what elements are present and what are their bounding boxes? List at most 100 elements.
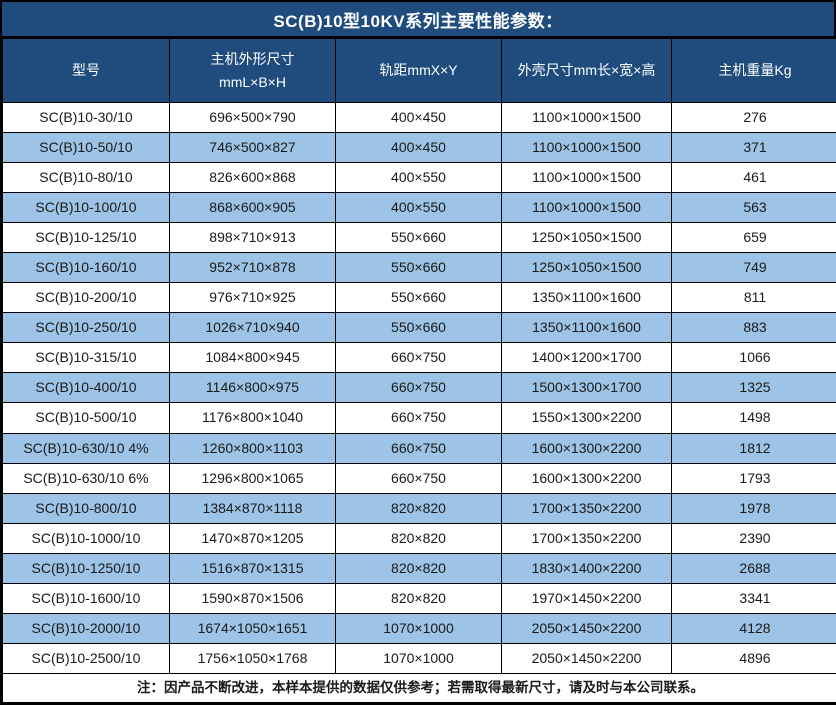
table-row: SC(B)10-200/10 976×710×925 550×660 1350×… xyxy=(3,283,836,313)
cell-enclosure-dimensions: 1100×1000×1500 xyxy=(502,133,672,163)
cell-weight: 811 xyxy=(672,283,836,313)
cell-model: SC(B)10-50/10 xyxy=(3,133,170,163)
table-row: SC(B)10-30/10 696×500×790 400×450 1100×1… xyxy=(3,103,836,133)
cell-host-dimensions: 1260×800×1103 xyxy=(170,433,336,463)
table-row: SC(B)10-160/10 952×710×878 550×660 1250×… xyxy=(3,253,836,283)
cell-model: SC(B)10-80/10 xyxy=(3,163,170,193)
cell-model: SC(B)10-250/10 xyxy=(3,313,170,343)
cell-rail-gauge: 660×750 xyxy=(336,343,502,373)
cell-model: SC(B)10-500/10 xyxy=(3,403,170,433)
cell-rail-gauge: 550×660 xyxy=(336,283,502,313)
cell-enclosure-dimensions: 1600×1300×2200 xyxy=(502,463,672,493)
table-header: 型号 主机外形尺寸 mmL×B×H 轨距mmX×Y 外壳尺寸mm长×宽×高 主机… xyxy=(3,39,836,103)
cell-weight: 1325 xyxy=(672,373,836,403)
table-row: SC(B)10-500/10 1176×800×1040 660×750 155… xyxy=(3,403,836,433)
cell-rail-gauge: 400×550 xyxy=(336,163,502,193)
table-row: SC(B)10-2500/10 1756×1050×1768 1070×1000… xyxy=(3,643,836,673)
table-row: SC(B)10-50/10 746×500×827 400×450 1100×1… xyxy=(3,133,836,163)
cell-host-dimensions: 696×500×790 xyxy=(170,103,336,133)
cell-enclosure-dimensions: 1700×1350×2200 xyxy=(502,493,672,523)
cell-model: SC(B)10-2000/10 xyxy=(3,613,170,643)
cell-weight: 1066 xyxy=(672,343,836,373)
cell-host-dimensions: 976×710×925 xyxy=(170,283,336,313)
cell-weight: 749 xyxy=(672,253,836,283)
cell-host-dimensions: 826×600×868 xyxy=(170,163,336,193)
cell-weight: 2688 xyxy=(672,553,836,583)
cell-enclosure-dimensions: 1350×1100×1600 xyxy=(502,283,672,313)
table-row: SC(B)10-80/10 826×600×868 400×550 1100×1… xyxy=(3,163,836,193)
cell-rail-gauge: 400×450 xyxy=(336,103,502,133)
cell-enclosure-dimensions: 1250×1050×1500 xyxy=(502,253,672,283)
cell-enclosure-dimensions: 1100×1000×1500 xyxy=(502,163,672,193)
cell-rail-gauge: 550×660 xyxy=(336,253,502,283)
cell-weight: 3341 xyxy=(672,583,836,613)
cell-host-dimensions: 1084×800×945 xyxy=(170,343,336,373)
cell-weight: 2390 xyxy=(672,523,836,553)
cell-rail-gauge: 1070×1000 xyxy=(336,643,502,673)
cell-host-dimensions: 1384×870×1118 xyxy=(170,493,336,523)
cell-host-dimensions: 1516×870×1315 xyxy=(170,553,336,583)
spec-sheet: SC(B)10型10KV系列主要性能参数： 型号 主机外形尺寸 mmL×B×H … xyxy=(0,0,836,705)
column-header-enclosure-dimensions: 外壳尺寸mm长×宽×高 xyxy=(502,39,672,103)
cell-enclosure-dimensions: 1100×1000×1500 xyxy=(502,103,672,133)
cell-model: SC(B)10-100/10 xyxy=(3,193,170,223)
cell-enclosure-dimensions: 1100×1000×1500 xyxy=(502,193,672,223)
cell-rail-gauge: 660×750 xyxy=(336,463,502,493)
cell-host-dimensions: 1470×870×1205 xyxy=(170,523,336,553)
cell-enclosure-dimensions: 1250×1050×1500 xyxy=(502,223,672,253)
cell-rail-gauge: 400×450 xyxy=(336,133,502,163)
cell-weight: 276 xyxy=(672,103,836,133)
cell-weight: 563 xyxy=(672,193,836,223)
cell-weight: 883 xyxy=(672,313,836,343)
cell-rail-gauge: 550×660 xyxy=(336,223,502,253)
cell-rail-gauge: 820×820 xyxy=(336,583,502,613)
table-row: SC(B)10-1000/10 1470×870×1205 820×820 17… xyxy=(3,523,836,553)
table-row: SC(B)10-1250/10 1516×870×1315 820×820 18… xyxy=(3,553,836,583)
cell-rail-gauge: 660×750 xyxy=(336,433,502,463)
table-row: SC(B)10-250/10 1026×710×940 550×660 1350… xyxy=(3,313,836,343)
cell-rail-gauge: 1070×1000 xyxy=(336,613,502,643)
table-note: 注：因产品不断改进，本样本提供的数据仅供参考；若需取得最新尺寸，请及时与本公司联… xyxy=(3,674,836,703)
column-header-rail-gauge: 轨距mmX×Y xyxy=(336,39,502,103)
cell-weight: 1498 xyxy=(672,403,836,433)
cell-model: SC(B)10-30/10 xyxy=(3,103,170,133)
cell-host-dimensions: 1756×1050×1768 xyxy=(170,643,336,673)
cell-rail-gauge: 820×820 xyxy=(336,523,502,553)
cell-model: SC(B)10-160/10 xyxy=(3,253,170,283)
page-title: SC(B)10型10KV系列主要性能参数： xyxy=(2,2,834,38)
cell-model: SC(B)10-400/10 xyxy=(3,373,170,403)
cell-model: SC(B)10-1600/10 xyxy=(3,583,170,613)
cell-host-dimensions: 868×600×905 xyxy=(170,193,336,223)
cell-enclosure-dimensions: 2050×1450×2200 xyxy=(502,613,672,643)
column-header-weight: 主机重量Kg xyxy=(672,39,836,103)
cell-host-dimensions: 952×710×878 xyxy=(170,253,336,283)
cell-enclosure-dimensions: 1500×1300×1700 xyxy=(502,373,672,403)
cell-rail-gauge: 820×820 xyxy=(336,493,502,523)
table-row: SC(B)10-400/10 1146×800×975 660×750 1500… xyxy=(3,373,836,403)
cell-host-dimensions: 1146×800×975 xyxy=(170,373,336,403)
cell-weight: 1812 xyxy=(672,433,836,463)
table-footer: 注：因产品不断改进，本样本提供的数据仅供参考；若需取得最新尺寸，请及时与本公司联… xyxy=(3,674,836,703)
cell-host-dimensions: 1176×800×1040 xyxy=(170,403,336,433)
note-row: 注：因产品不断改进，本样本提供的数据仅供参考；若需取得最新尺寸，请及时与本公司联… xyxy=(3,674,836,703)
cell-weight: 461 xyxy=(672,163,836,193)
cell-rail-gauge: 550×660 xyxy=(336,313,502,343)
cell-model: SC(B)10-1000/10 xyxy=(3,523,170,553)
cell-enclosure-dimensions: 1350×1100×1600 xyxy=(502,313,672,343)
cell-model: SC(B)10-630/10 4% xyxy=(3,433,170,463)
cell-enclosure-dimensions: 1830×1400×2200 xyxy=(502,553,672,583)
table-row: SC(B)10-125/10 898×710×913 550×660 1250×… xyxy=(3,223,836,253)
cell-weight: 1978 xyxy=(672,493,836,523)
cell-rail-gauge: 660×750 xyxy=(336,373,502,403)
cell-enclosure-dimensions: 1700×1350×2200 xyxy=(502,523,672,553)
table-row: SC(B)10-2000/10 1674×1050×1651 1070×1000… xyxy=(3,613,836,643)
cell-host-dimensions: 746×500×827 xyxy=(170,133,336,163)
table-row: SC(B)10-315/10 1084×800×945 660×750 1400… xyxy=(3,343,836,373)
cell-host-dimensions: 1674×1050×1651 xyxy=(170,613,336,643)
cell-weight: 659 xyxy=(672,223,836,253)
cell-weight: 4128 xyxy=(672,613,836,643)
cell-host-dimensions: 1026×710×940 xyxy=(170,313,336,343)
cell-enclosure-dimensions: 1600×1300×2200 xyxy=(502,433,672,463)
cell-enclosure-dimensions: 1550×1300×2200 xyxy=(502,403,672,433)
header-row: 型号 主机外形尺寸 mmL×B×H 轨距mmX×Y 外壳尺寸mm长×宽×高 主机… xyxy=(3,39,836,103)
